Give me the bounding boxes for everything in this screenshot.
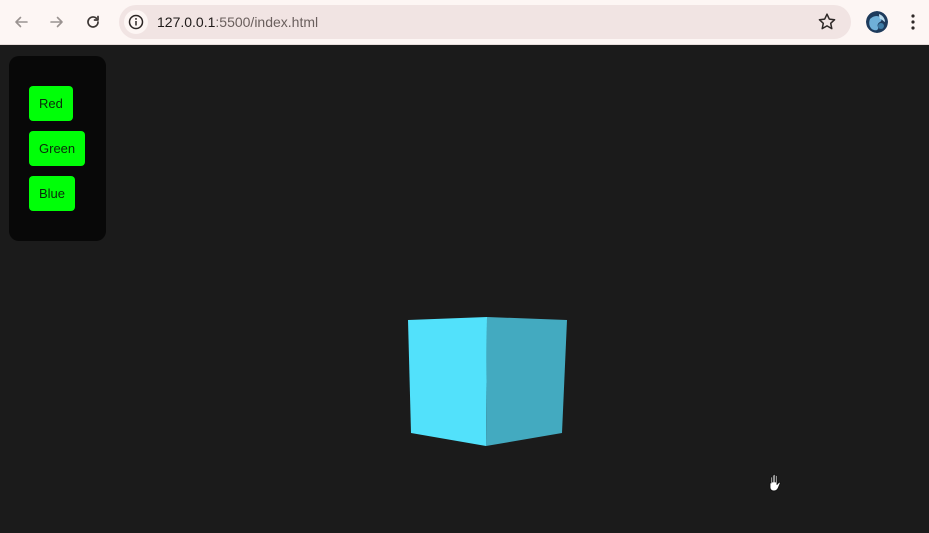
three-scene-canvas[interactable]: Red Green Blue xyxy=(0,45,929,533)
blue-button[interactable]: Blue xyxy=(29,176,76,211)
browser-menu-button[interactable] xyxy=(902,10,924,34)
red-button[interactable]: Red xyxy=(29,86,73,121)
back-button[interactable] xyxy=(7,8,35,36)
green-button[interactable]: Green xyxy=(29,131,86,166)
reload-button[interactable] xyxy=(79,8,107,36)
forward-button[interactable] xyxy=(43,8,71,36)
cube-side-face xyxy=(486,317,567,446)
url-path: :5500/index.html xyxy=(215,14,319,30)
grab-hand-icon xyxy=(769,473,781,492)
color-panel: Red Green Blue xyxy=(9,56,106,241)
address-bar[interactable]: 127.0.0.1:5500/index.html xyxy=(119,5,851,39)
reload-icon xyxy=(87,15,99,28)
info-icon xyxy=(128,14,144,30)
forward-arrow-icon xyxy=(50,16,63,28)
back-arrow-icon xyxy=(15,16,28,28)
browser-toolbar: 127.0.0.1:5500/index.html xyxy=(0,0,929,45)
url-text[interactable]: 127.0.0.1:5500/index.html xyxy=(157,5,318,39)
url-host: 127.0.0.1 xyxy=(157,14,216,30)
cube[interactable] xyxy=(400,310,580,460)
vertical-dots-icon xyxy=(911,14,915,30)
cube-front-face xyxy=(408,317,487,446)
star-icon[interactable] xyxy=(817,12,837,32)
avatar[interactable] xyxy=(866,11,888,33)
site-info-button[interactable] xyxy=(124,10,148,34)
